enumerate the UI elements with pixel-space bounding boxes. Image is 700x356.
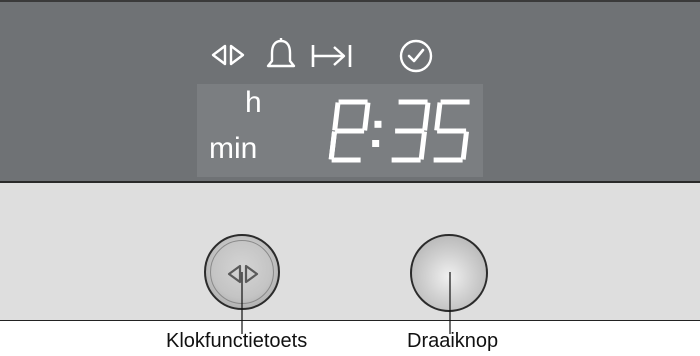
callout-leaders — [241, 272, 451, 334]
callout-rotary-knob: Draaiknop — [407, 330, 499, 352]
callout-clock-function-key: Klokfunctietoets — [166, 330, 308, 352]
